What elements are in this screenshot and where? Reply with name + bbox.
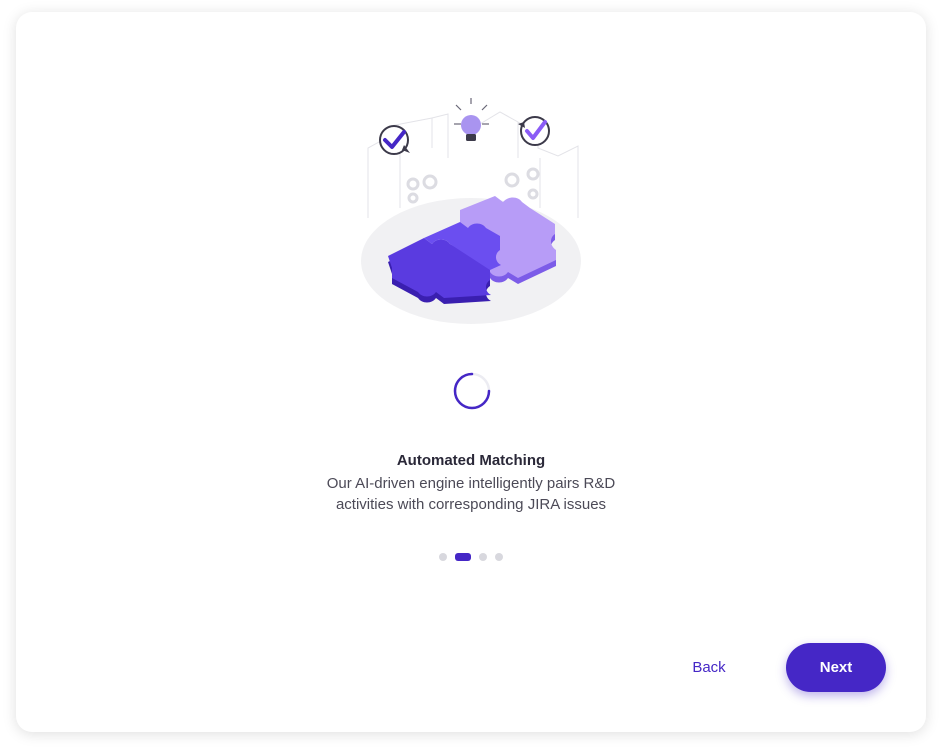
step-description-line: activities with corresponding JIRA issue…: [335, 496, 607, 513]
puzzle-illustration: [361, 98, 581, 324]
step-description-line: Our AI-driven engine intelligently pairs…: [326, 475, 616, 492]
step-dot-4[interactable]: [495, 553, 503, 561]
loading-spinner: [453, 372, 491, 410]
next-button[interactable]: Next: [786, 643, 886, 692]
back-button[interactable]: Back: [676, 648, 742, 688]
lightbulb-icon: [454, 98, 489, 141]
gear-icon: [406, 167, 540, 204]
step-description: Our AI-driven engine intelligently pairs…: [0, 473, 942, 515]
step-dot-1[interactable]: [439, 553, 447, 561]
check-icon: [518, 116, 550, 146]
step-dot-2-active[interactable]: [455, 553, 471, 561]
step-dot-3[interactable]: [479, 553, 487, 561]
step-title: Automated Matching: [396, 452, 546, 469]
check-icon: [379, 125, 410, 155]
step-indicator: [0, 553, 942, 561]
